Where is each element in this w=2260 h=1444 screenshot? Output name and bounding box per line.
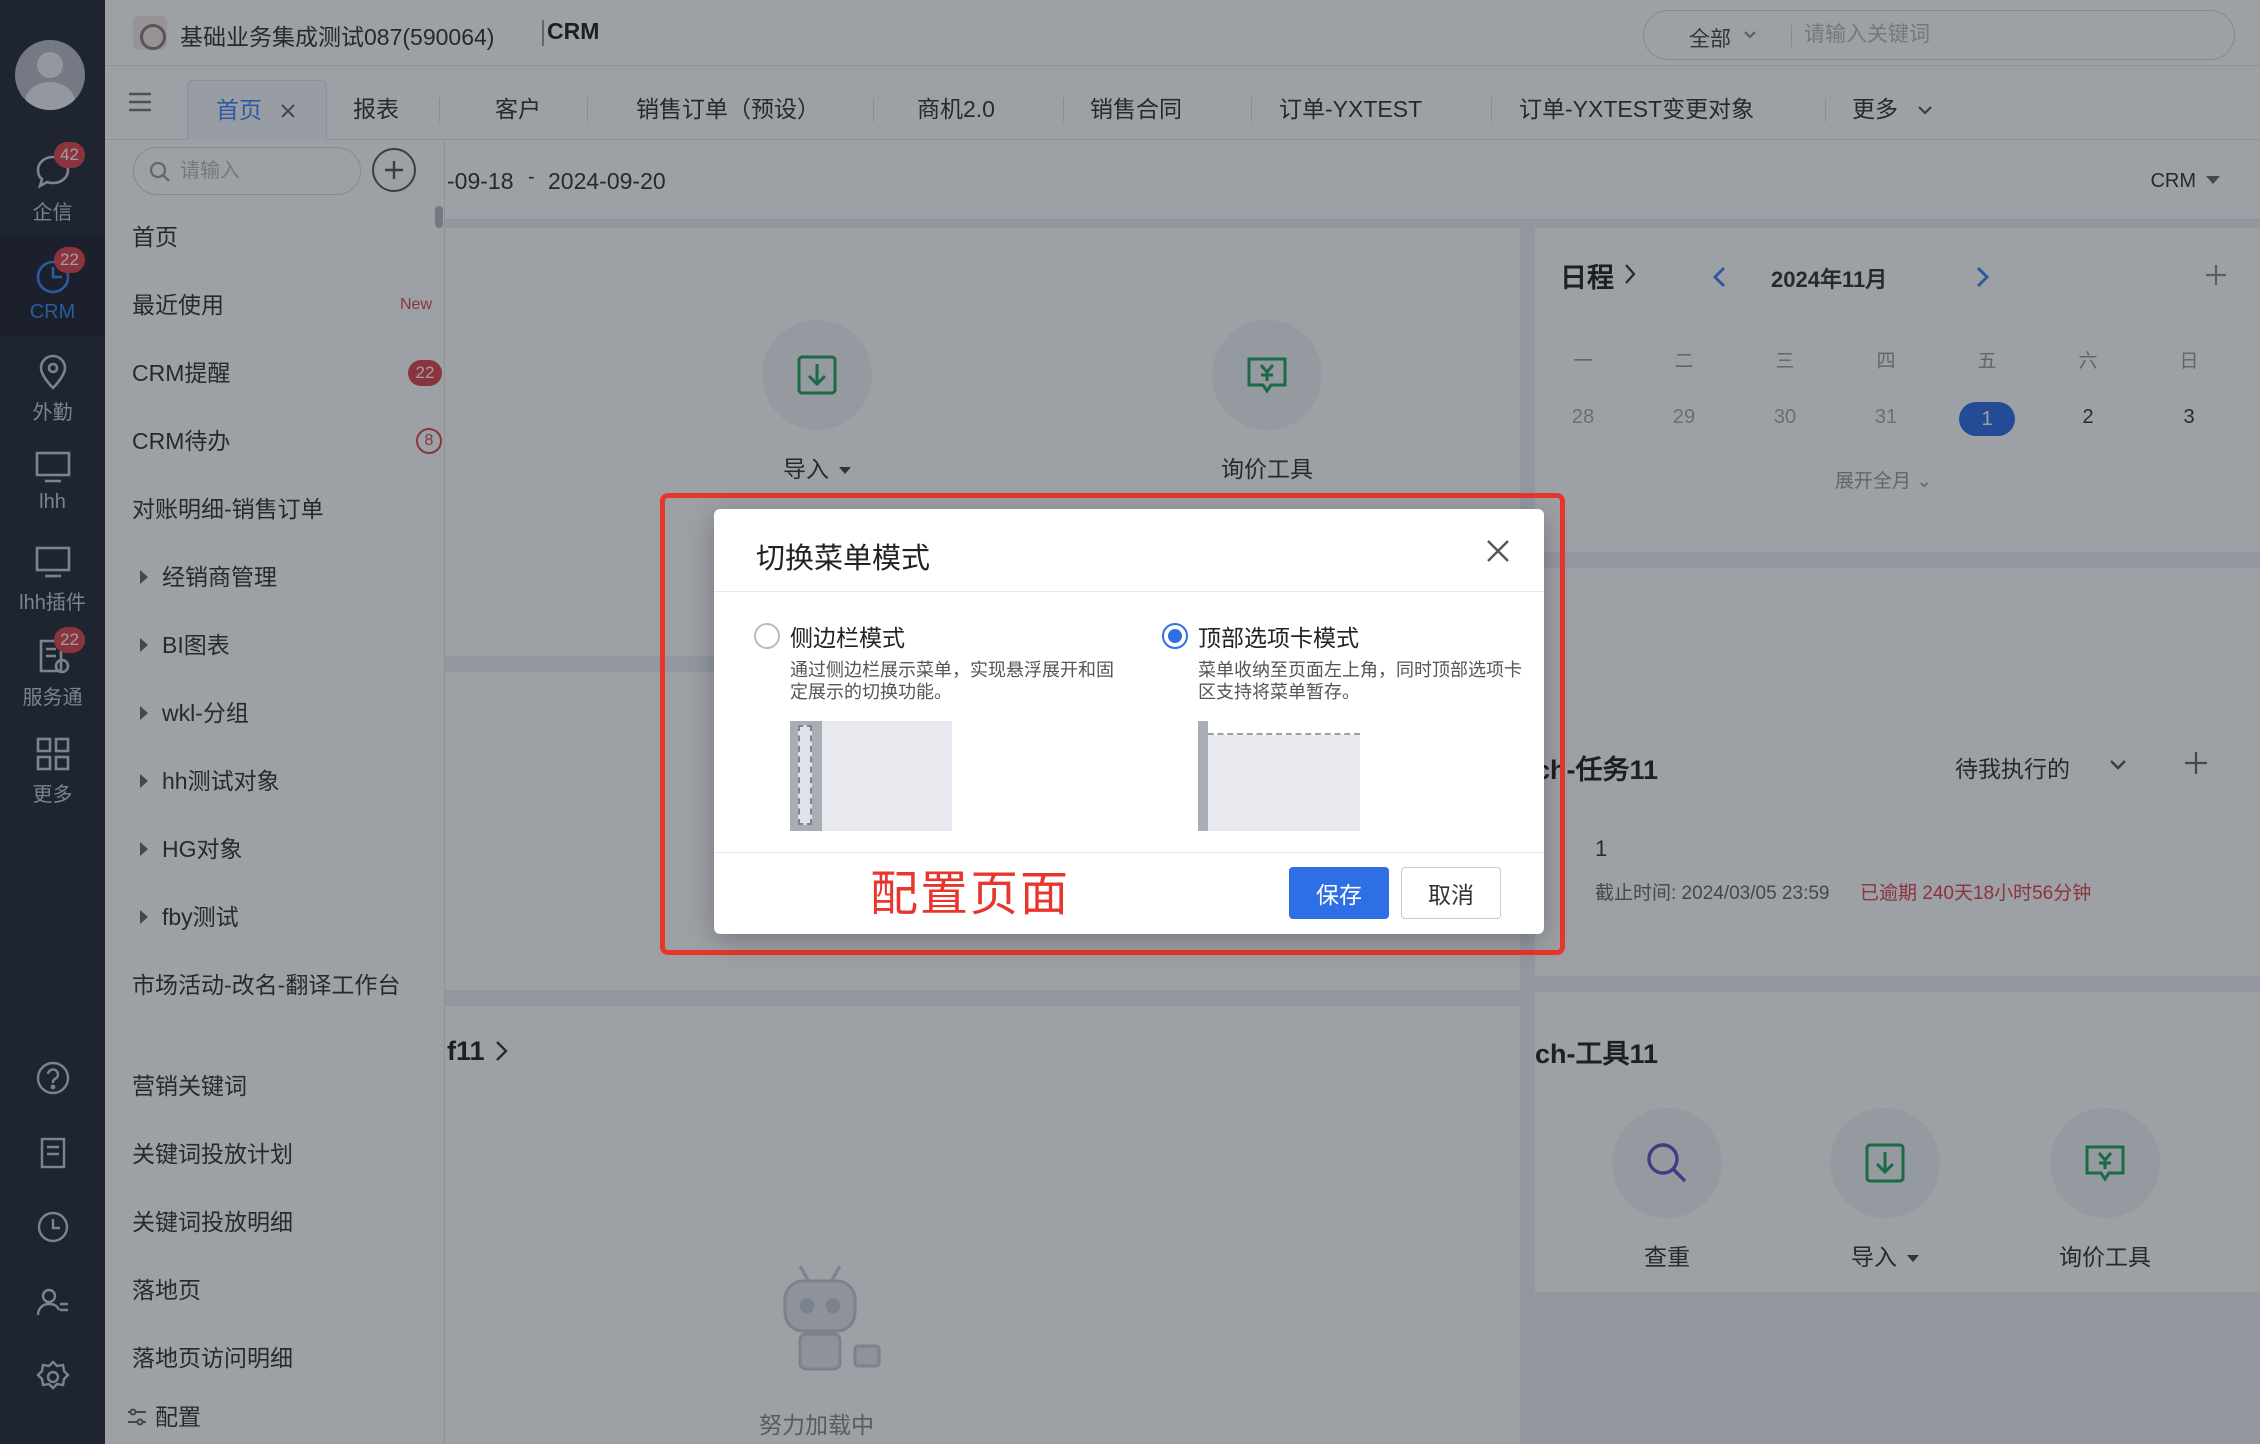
radio-sidebar-mode[interactable] (754, 623, 780, 649)
dialog-title: 切换菜单模式 (756, 543, 931, 575)
option-sidebar-title: 侧边栏模式 (790, 625, 905, 651)
preview-left-strip (1198, 721, 1208, 831)
option-top-title: 顶部选项卡模式 (1198, 625, 1359, 651)
radio-top-tab-mode[interactable] (1162, 623, 1188, 649)
sidebar-mode-preview (790, 721, 952, 831)
option-sidebar-desc: 通过侧边栏展示菜单，实现悬浮展开和固定展示的切换功能。 (790, 660, 1114, 702)
cancel-button[interactable]: 取消 (1401, 867, 1501, 919)
switch-menu-mode-dialog: 切换菜单模式 侧边栏模式 通过侧边栏展示菜单，实现悬浮展开和固定展示的切换功能。… (714, 509, 1544, 934)
close-icon[interactable] (1480, 533, 1516, 569)
preview-sidebar-inner (798, 725, 812, 825)
dialog-divider (714, 591, 1544, 592)
save-button[interactable]: 保存 (1289, 867, 1389, 919)
option-top-desc: 菜单收纳至页面左上角，同时顶部选项卡区支持将菜单暂存。 (1198, 660, 1522, 702)
top-tab-mode-preview (1198, 721, 1360, 831)
annotation-label: 配置页面 (870, 868, 1071, 921)
dialog-footer-divider (714, 852, 1544, 853)
app-root: 42 企信 22 CRM 外勤 lhh lhh插件 22 服务通 更多 基础业务… (0, 0, 2260, 1444)
preview-topbar (1198, 721, 1360, 735)
preview-sidebar (790, 721, 822, 831)
